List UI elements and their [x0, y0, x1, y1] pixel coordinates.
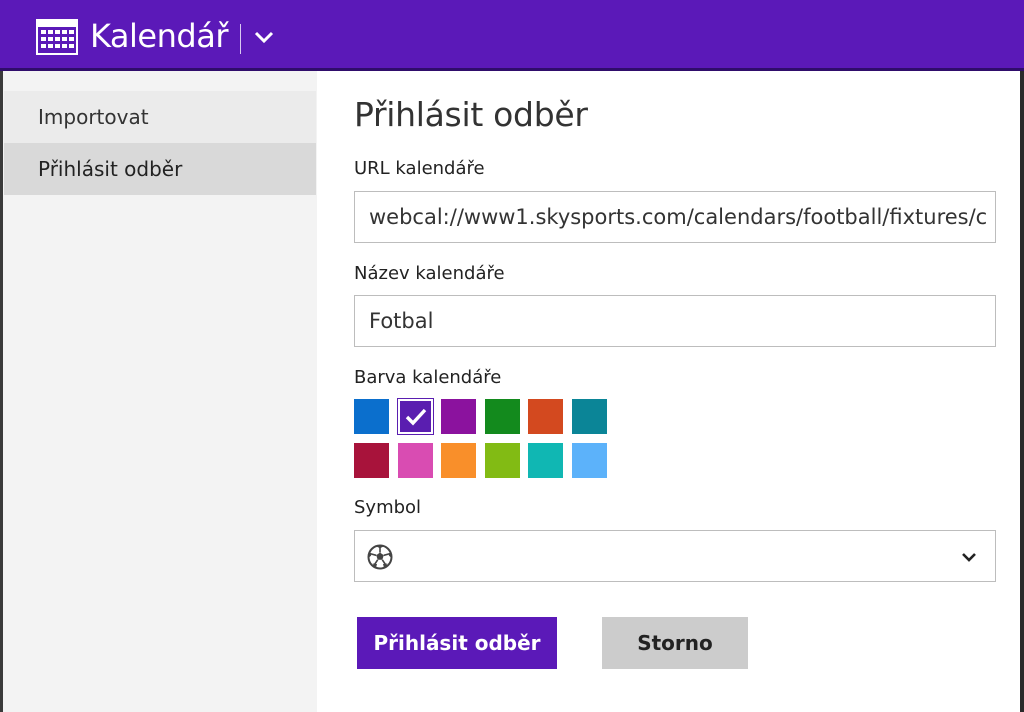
title-separator [240, 24, 241, 54]
symbol-select[interactable] [354, 530, 996, 582]
color-swatch[interactable] [571, 442, 607, 478]
soccer-ball-icon [367, 544, 393, 570]
color-swatch[interactable] [528, 399, 563, 434]
color-swatch[interactable] [396, 398, 434, 435]
color-label: Barva kalendáře [354, 367, 502, 388]
app-title: Kalendář [90, 17, 228, 55]
calendar-icon [36, 19, 78, 55]
color-swatch[interactable] [528, 442, 563, 478]
symbol-label: Symbol [354, 497, 422, 518]
color-swatch[interactable] [441, 442, 476, 478]
color-swatch[interactable] [484, 399, 520, 434]
color-swatch[interactable] [354, 442, 389, 478]
checkmark-icon [405, 408, 426, 426]
color-swatch[interactable] [354, 399, 389, 434]
url-label: URL kalendáře [354, 158, 485, 179]
page-title: Přihlásit odběr [354, 95, 588, 134]
color-swatch[interactable] [484, 442, 520, 478]
name-input[interactable]: Fotbal [354, 295, 996, 347]
url-input[interactable]: webcal://www1.skysports.com/calendars/fo… [354, 191, 996, 243]
subscribe-button[interactable]: Přihlásit odběr [357, 617, 557, 669]
top-bar: Kalendář [0, 0, 1024, 71]
window-edge [1020, 71, 1024, 712]
sidebar-edge [0, 71, 3, 712]
color-swatch[interactable] [571, 399, 607, 434]
sidebar-item-import[interactable]: Importovat [4, 91, 316, 143]
chevron-down-icon [962, 553, 976, 562]
color-swatch[interactable] [441, 399, 476, 434]
sidebar-item-subscribe[interactable]: Přihlásit odběr [4, 143, 316, 195]
color-swatch[interactable] [397, 442, 433, 478]
name-label: Název kalendáře [354, 263, 505, 284]
sidebar: Importovat Přihlásit odběr [0, 71, 317, 712]
chevron-down-icon[interactable] [251, 24, 277, 50]
cancel-button[interactable]: Storno [602, 617, 748, 669]
main-panel: Přihlásit odběr URL kalendáře webcal://w… [317, 71, 1020, 712]
